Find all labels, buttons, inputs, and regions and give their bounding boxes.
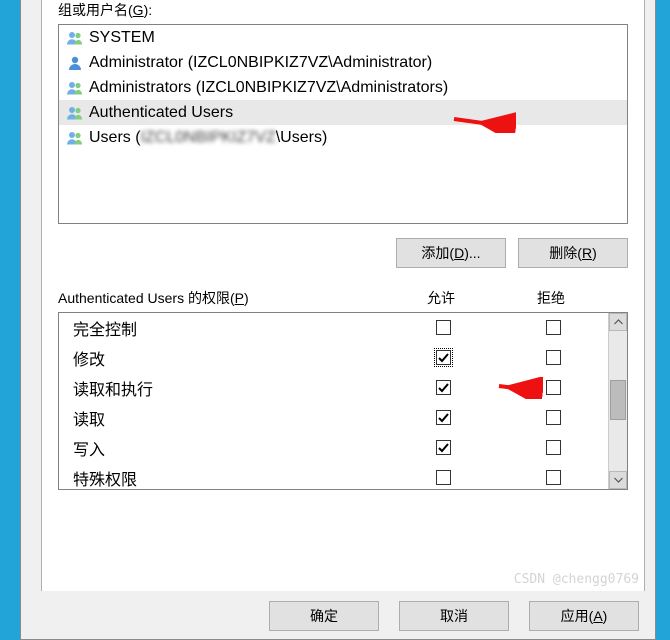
users-listbox[interactable]: SYSTEM Administrator (IZCL0NBIPKIZ7VZ\Adm… [58, 24, 628, 224]
permission-allow-checkbox[interactable] [436, 380, 451, 395]
dialog-body: 组或用户名(G): SYSTEM Administrator (IZCL0NBIP… [41, 0, 645, 591]
group-icon [65, 104, 85, 122]
permission-deny-checkbox[interactable] [546, 440, 561, 455]
groups-label: 组或用户名(G): [58, 0, 628, 20]
user-list-item[interactable]: Administrator (IZCL0NBIPKIZ7VZ\Administr… [59, 50, 627, 75]
permissions-scrollbar[interactable] [608, 313, 627, 489]
dialog-button-row: 确定 取消 应用(A) [41, 601, 645, 631]
apply-button[interactable]: 应用(A) [529, 601, 639, 631]
group-icon [65, 129, 85, 147]
permission-name: 写入 [73, 436, 388, 460]
permission-name: 读取和执行 [73, 376, 388, 400]
user-list-item[interactable]: Authenticated Users [59, 100, 627, 125]
permissions-label: Authenticated Users 的权限(P) [58, 288, 386, 308]
permission-name: 修改 [73, 346, 388, 370]
allow-column-header: 允许 [386, 288, 496, 308]
ok-button[interactable]: 确定 [269, 601, 379, 631]
group-icon [65, 79, 85, 97]
user-list-item[interactable]: SYSTEM [59, 25, 627, 50]
scrollbar-up-button[interactable] [609, 313, 627, 331]
user-list-item-label: Administrators (IZCL0NBIPKIZ7VZ\Administ… [89, 79, 448, 97]
user-list-item-label: Users (IZCL0NBIPKIZ7VZ\Users) [89, 129, 327, 147]
user-list-item[interactable]: Users (IZCL0NBIPKIZ7VZ\Users) [59, 125, 627, 150]
user-list-item-label: SYSTEM [89, 29, 155, 47]
permission-allow-checkbox[interactable] [436, 470, 451, 485]
permission-row: 读取和执行 [59, 373, 608, 403]
permission-row: 完全控制 [59, 313, 608, 343]
permission-allow-checkbox[interactable] [436, 350, 451, 365]
chevron-down-icon [614, 477, 623, 483]
permission-name: 特殊权限 [73, 466, 388, 489]
scrollbar-thumb[interactable] [610, 380, 626, 420]
cancel-button[interactable]: 取消 [399, 601, 509, 631]
user-list-item-label: Authenticated Users [89, 104, 233, 122]
permission-name: 读取 [73, 406, 388, 430]
permission-deny-checkbox[interactable] [546, 320, 561, 335]
permission-allow-checkbox[interactable] [436, 320, 451, 335]
watermark-text: CSDN @chengg0769 [514, 572, 639, 587]
permission-allow-checkbox[interactable] [436, 410, 451, 425]
permissions-header: Authenticated Users 的权限(P) 允许 拒绝 [58, 288, 628, 308]
permission-deny-checkbox[interactable] [546, 470, 561, 485]
permission-row: 修改 [59, 343, 608, 373]
group-icon [65, 29, 85, 47]
chevron-up-icon [614, 319, 623, 325]
permission-deny-checkbox[interactable] [546, 350, 561, 365]
add-button[interactable]: 添加(D)... [396, 238, 506, 268]
permission-row: 写入 [59, 433, 608, 463]
permission-allow-checkbox[interactable] [436, 440, 451, 455]
remove-button[interactable]: 删除(R) [518, 238, 628, 268]
permission-name: 完全控制 [73, 316, 388, 340]
security-dialog: 组或用户名(G): SYSTEM Administrator (IZCL0NBIP… [20, 0, 656, 640]
deny-column-header: 拒绝 [496, 288, 606, 308]
user-icon [65, 54, 85, 72]
permission-row: 特殊权限 [59, 463, 608, 489]
permissions-box: 完全控制修改读取和执行读取写入特殊权限 [58, 312, 628, 490]
permission-row: 读取 [59, 403, 608, 433]
user-list-item-label: Administrator (IZCL0NBIPKIZ7VZ\Administr… [89, 54, 432, 72]
permission-deny-checkbox[interactable] [546, 410, 561, 425]
user-list-item[interactable]: Administrators (IZCL0NBIPKIZ7VZ\Administ… [59, 75, 627, 100]
scrollbar-down-button[interactable] [609, 471, 627, 489]
permission-deny-checkbox[interactable] [546, 380, 561, 395]
